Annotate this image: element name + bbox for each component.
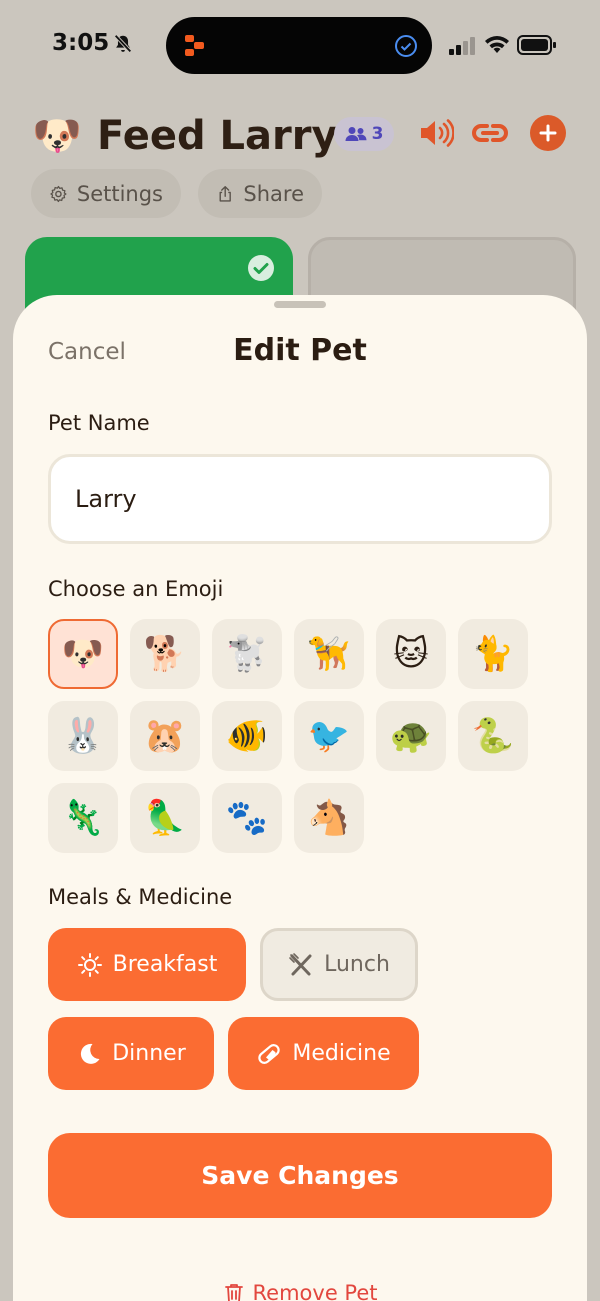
pet-name-label: Pet Name [48,411,150,435]
bell-slash-icon [114,34,132,53]
emoji-option[interactable]: 🐩 [212,619,282,689]
emoji-option[interactable]: 🐱 [376,619,446,689]
share-button[interactable]: Share [198,169,322,218]
breakfast-toggle[interactable]: Breakfast [48,928,246,1001]
remove-pet-button[interactable]: Remove Pet [13,1273,587,1301]
check-circle-icon [248,255,274,281]
emoji-option[interactable]: 🐍 [458,701,528,771]
emoji-option[interactable]: 🐶 [48,619,118,689]
app-header: 🐶 Feed Larry 3 [32,108,572,164]
emoji-option[interactable]: 🐢 [376,701,446,771]
share-icon [219,185,231,202]
add-button[interactable] [530,115,566,151]
wifi-icon [485,36,509,53]
emoji-option[interactable]: 🦜 [130,783,200,853]
settings-label: Settings [76,181,163,206]
emoji-option[interactable]: 🐴 [294,783,364,853]
check-circle-icon [395,35,417,57]
sheet-grabber[interactable] [274,301,326,308]
edit-pet-sheet: Cancel Edit Pet Pet Name Choose an Emoji… [13,295,587,1301]
plus-icon [539,124,557,142]
dinner-label: Dinner [112,1041,186,1066]
emoji-option[interactable]: 🐰 [48,701,118,771]
members-count: 3 [371,124,384,144]
lunch-label: Lunch [324,952,390,977]
app-activity-icon [185,35,204,56]
emoji-option[interactable]: 🐦 [294,701,364,771]
emoji-section-label: Choose an Emoji [48,577,224,601]
breakfast-label: Breakfast [112,952,218,977]
page-title: Feed Larry [97,113,338,159]
pet-avatar: 🐶 [32,113,82,159]
emoji-option[interactable]: 🐠 [212,701,282,771]
emoji-option[interactable]: 🦮 [294,619,364,689]
medicine-label: Medicine [292,1041,391,1066]
dinner-toggle[interactable]: Dinner [48,1017,214,1090]
share-label: Share [243,181,304,206]
gear-icon [50,185,67,202]
remove-pet-label: Remove Pet [252,1281,378,1301]
pill-icon [258,1043,281,1064]
status-time: 3:05 [52,30,110,56]
sun-icon [77,952,102,977]
meals-section-label: Meals & Medicine [48,885,233,909]
trash-icon [224,1284,243,1301]
moon-icon [81,1043,100,1064]
medicine-toggle[interactable]: Medicine [228,1017,419,1090]
lunch-toggle[interactable]: Lunch [260,928,418,1001]
emoji-option[interactable]: 🦎 [48,783,118,853]
members-badge[interactable]: 3 [334,117,394,151]
emoji-grid: 🐶 🐕 🐩 🦮 🐱 🐈 🐰 🐹 🐠 🐦 🐢 🐍 🦎 🦜 🐾 🐴 [48,619,538,853]
settings-button[interactable]: Settings [31,169,181,218]
emoji-option[interactable]: 🐹 [130,701,200,771]
save-changes-button[interactable]: Save Changes [48,1133,552,1218]
emoji-option[interactable]: 🐾 [212,783,282,853]
pet-name-input[interactable] [48,454,552,544]
people-icon [345,127,367,141]
fork-knife-icon [289,952,312,975]
dynamic-island [166,17,432,74]
status-bar: 3:05 [0,0,600,90]
battery-icon [517,35,556,55]
sheet-title: Edit Pet [233,333,367,368]
emoji-option[interactable]: 🐕 [130,619,200,689]
cellular-signal-icon [449,37,475,55]
emoji-option[interactable]: 🐈 [458,619,528,689]
link-icon[interactable] [471,118,509,148]
speaker-icon[interactable] [418,118,454,148]
